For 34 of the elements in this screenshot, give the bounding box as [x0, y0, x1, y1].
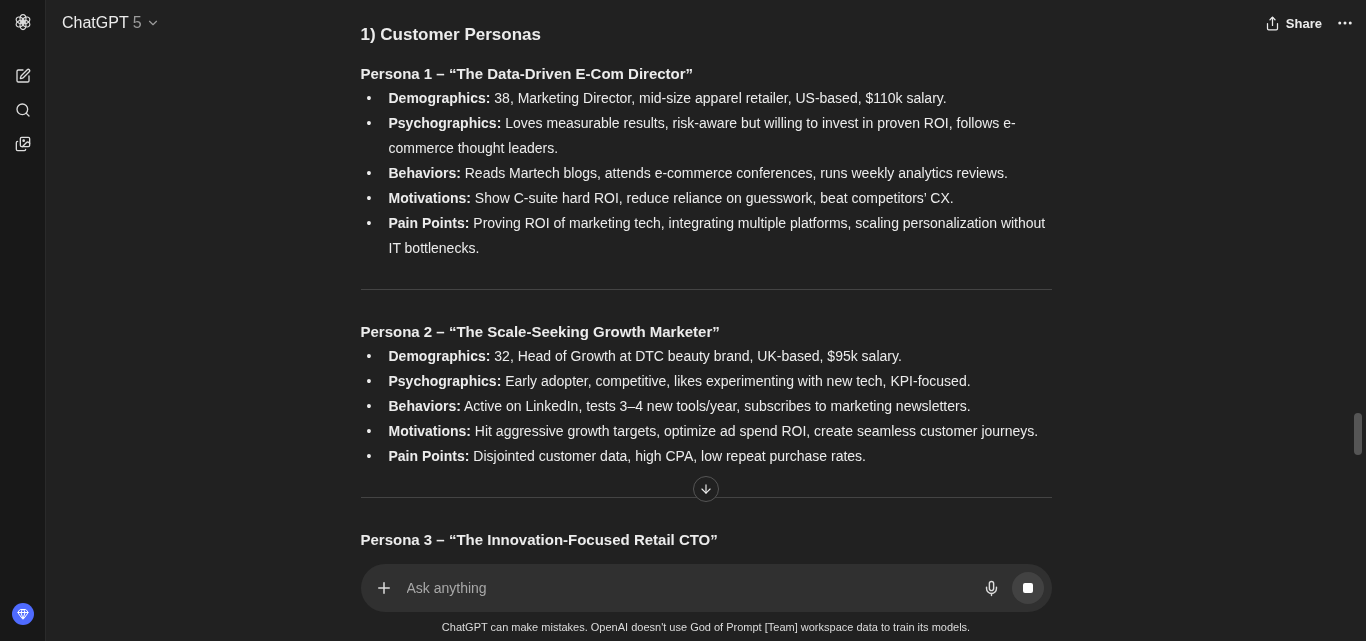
bullet-marker: •	[366, 347, 373, 366]
bullet-marker: •	[366, 114, 373, 133]
section-heading: 1) Customer Personas	[360, 24, 542, 46]
bullet-text: Demographics: 32, Head of Growth at DTC beauty brand, UK-based, $95k salary.	[388, 347, 903, 366]
gem-icon[interactable]	[11, 603, 34, 625]
share-button[interactable]: Share	[1264, 15, 1322, 31]
bullet-marker: •	[366, 164, 373, 183]
bullet-text: Behaviors: Active on LinkedIn, tests 3–4 new tools/year, subscribes to marketing newsletters.	[388, 397, 972, 416]
bullet-marker: •	[366, 89, 373, 108]
stop-button[interactable]	[1011, 572, 1044, 604]
bullet-marker: •	[366, 447, 373, 466]
model-selector[interactable]: ChatGPT 5	[62, 14, 160, 32]
bullet-marker: •	[366, 372, 373, 391]
disclaimer-text: ChatGPT can make mistakes. OpenAI doesn't use God of Prompt [Team] workspace data to train its models.	[441, 621, 971, 633]
persona-heading: Persona 2 – “The Scale-Seeking Growth Marketer”	[360, 322, 720, 342]
share-icon[interactable]	[1264, 15, 1280, 31]
bullet-marker: •	[366, 397, 373, 416]
persona-heading: Persona 3 – “The Innovation-Focused Retail CTO”	[360, 530, 718, 550]
bullet-text: Pain Points: Proving ROI of marketing tech, integrating multiple platforms, scaling personalization without IT bottlenecks.	[388, 214, 1047, 258]
composer-field[interactable]: Ask anything	[360, 564, 1052, 612]
bullet-text: Pain Points: Disjointed customer data, high CPA, low repeat purchase rates.	[388, 447, 867, 466]
bullet-marker: •	[366, 422, 373, 441]
scrollbar-thumb[interactable]	[1354, 413, 1362, 455]
bullet-marker: •	[366, 189, 373, 208]
bullet-text: Motivations: Hit aggressive growth targets, optimize ad spend ROI, create seamless customer journeys.	[388, 422, 1040, 441]
bullet-text: Psychographics: Early adopter, competitive, likes experimenting with new tech, KPI-focused.	[388, 372, 972, 391]
bullet-text: Demographics: 38, Marketing Director, mid-size apparel retailer, US-based, $110k salary.	[388, 89, 948, 108]
bullet-marker: •	[366, 214, 373, 233]
scroll-down-button[interactable]	[693, 476, 719, 502]
persona-heading: Persona 1 – “The Data-Driven E-Com Director”	[360, 64, 694, 84]
bullet-text: Motivations: Show C-suite hard ROI, reduce reliance on guesswork, beat competitors’ CX.	[388, 189, 955, 208]
bullet-text: Psychographics: Loves measurable results, risk-aware but willing to invest in proven ROI, follows e-commerce thought leaders.	[388, 114, 1017, 158]
message-input[interactable]: Ask anything	[404, 579, 971, 597]
bullet-text: Behaviors: Reads Martech blogs, attends e-commerce conferences, runs weekly analytics reviews.	[388, 164, 1009, 183]
